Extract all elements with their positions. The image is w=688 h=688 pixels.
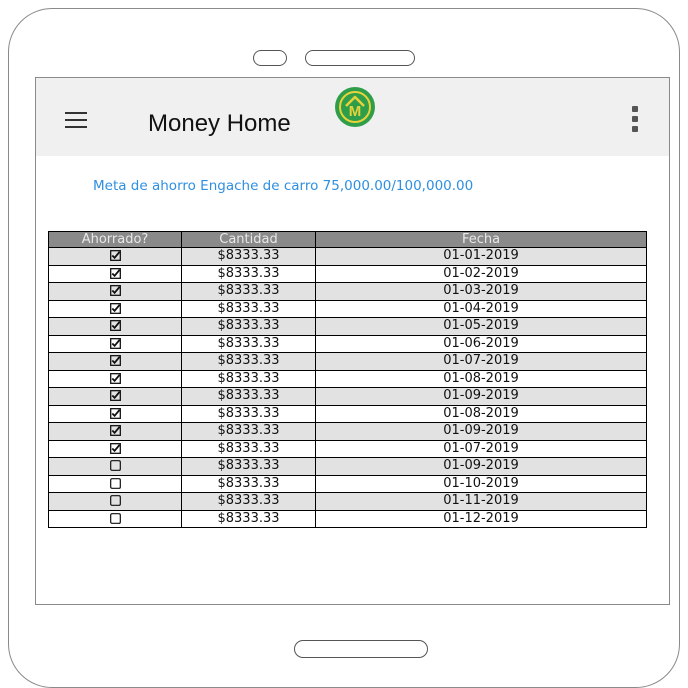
table-row: $8333.33 01-09-2019 [48,422,647,441]
amount-cell: $8333.33 [181,247,316,266]
table-row: $8333.33 01-10-2019 [48,474,647,493]
savings-goal-text: Meta de ahorro Engache de carro 75,000.0… [93,178,474,194]
table-row: $8333.33 01-08-2019 [48,369,647,388]
amount-cell: $8333.33 [181,317,316,336]
table-row: $8333.33 01-09-2019 [48,387,647,406]
table-row: $8333.33 01-11-2019 [48,492,647,511]
date-cell: 01-02-2019 [315,264,647,283]
table-row: $8333.33 01-07-2019 [48,439,647,458]
amount-cell: $8333.33 [181,264,316,283]
column-header-date: Fecha [315,231,647,248]
amount-cell: $8333.33 [181,474,316,493]
amount-cell: $8333.33 [181,422,316,441]
table-row: $8333.33 01-05-2019 [48,317,647,336]
saved-cell [48,422,182,441]
table-row: $8333.33 01-01-2019 [48,247,647,266]
unchecked-checkbox-icon[interactable] [109,458,121,473]
checked-checkbox-icon[interactable] [109,283,121,298]
amount-cell: $8333.33 [181,299,316,318]
amount-cell: $8333.33 [181,387,316,406]
checked-checkbox-icon[interactable] [109,318,121,333]
amount-cell: $8333.33 [181,492,316,511]
date-cell: 01-03-2019 [315,282,647,301]
date-cell: 01-07-2019 [315,352,647,371]
date-cell: 01-11-2019 [315,492,647,511]
saved-cell [48,474,182,493]
date-cell: 01-12-2019 [315,509,647,528]
saved-cell [48,509,182,528]
earpiece-speaker [305,50,415,66]
saved-cell [48,492,182,511]
table-body: $8333.33 01-01-2019 $8333.33 01-02-2019 $833… [48,247,647,528]
date-cell: 01-09-2019 [315,422,647,441]
date-cell: 01-07-2019 [315,439,647,458]
saved-cell [48,369,182,388]
checked-checkbox-icon[interactable] [109,406,121,421]
column-header-amount: Cantidad [181,231,316,248]
checked-checkbox-icon[interactable] [109,423,121,438]
amount-cell: $8333.33 [181,352,316,371]
amount-cell: $8333.33 [181,509,316,528]
checked-checkbox-icon[interactable] [109,441,121,456]
table-header-row: Ahorrado? Cantidad Fecha [48,231,647,248]
hamburger-menu-icon[interactable] [65,112,87,128]
date-cell: 01-09-2019 [315,457,647,476]
front-camera [253,50,287,66]
table-row: $8333.33 01-02-2019 [48,264,647,283]
date-cell: 01-08-2019 [315,369,647,388]
unchecked-checkbox-icon[interactable] [109,476,121,491]
saved-cell [48,299,182,318]
more-vertical-icon[interactable] [630,106,640,134]
app-screen: Money Home M Meta de ahorro Engache de c… [35,77,670,605]
saved-cell [48,457,182,476]
column-header-saved: Ahorrado? [48,231,182,248]
saved-cell [48,247,182,266]
amount-cell: $8333.33 [181,334,316,353]
checked-checkbox-icon[interactable] [109,301,121,316]
checked-checkbox-icon[interactable] [109,353,121,368]
date-cell: 01-09-2019 [315,387,647,406]
savings-table: Ahorrado? Cantidad Fecha $8333.33 01-01-2… [48,231,647,528]
app-logo: M [335,87,375,127]
app-bar: Money Home M [36,78,669,156]
unchecked-checkbox-icon[interactable] [109,493,121,508]
table-row: $8333.33 01-03-2019 [48,282,647,301]
logo-letter: M [349,103,362,120]
amount-cell: $8333.33 [181,457,316,476]
date-cell: 01-05-2019 [315,317,647,336]
amount-cell: $8333.33 [181,369,316,388]
amount-cell: $8333.33 [181,439,316,458]
checked-checkbox-icon[interactable] [109,248,121,263]
date-cell: 01-10-2019 [315,474,647,493]
date-cell: 01-06-2019 [315,334,647,353]
app-title: Money Home [148,110,291,137]
unchecked-checkbox-icon[interactable] [109,511,121,526]
saved-cell [48,317,182,336]
table-row: $8333.33 01-09-2019 [48,457,647,476]
table-row: $8333.33 01-07-2019 [48,352,647,371]
checked-checkbox-icon[interactable] [109,336,121,351]
table-row: $8333.33 01-12-2019 [48,509,647,528]
saved-cell [48,334,182,353]
amount-cell: $8333.33 [181,282,316,301]
date-cell: 01-04-2019 [315,299,647,318]
checked-checkbox-icon[interactable] [109,266,121,281]
checked-checkbox-icon[interactable] [109,371,121,386]
saved-cell [48,282,182,301]
date-cell: 01-08-2019 [315,404,647,423]
saved-cell [48,387,182,406]
table-row: $8333.33 01-08-2019 [48,404,647,423]
saved-cell [48,404,182,423]
saved-cell [48,352,182,371]
home-button[interactable] [294,640,428,658]
checked-checkbox-icon[interactable] [109,388,121,403]
saved-cell [48,439,182,458]
table-row: $8333.33 01-06-2019 [48,334,647,353]
saved-cell [48,264,182,283]
table-row: $8333.33 01-04-2019 [48,299,647,318]
date-cell: 01-01-2019 [315,247,647,266]
amount-cell: $8333.33 [181,404,316,423]
